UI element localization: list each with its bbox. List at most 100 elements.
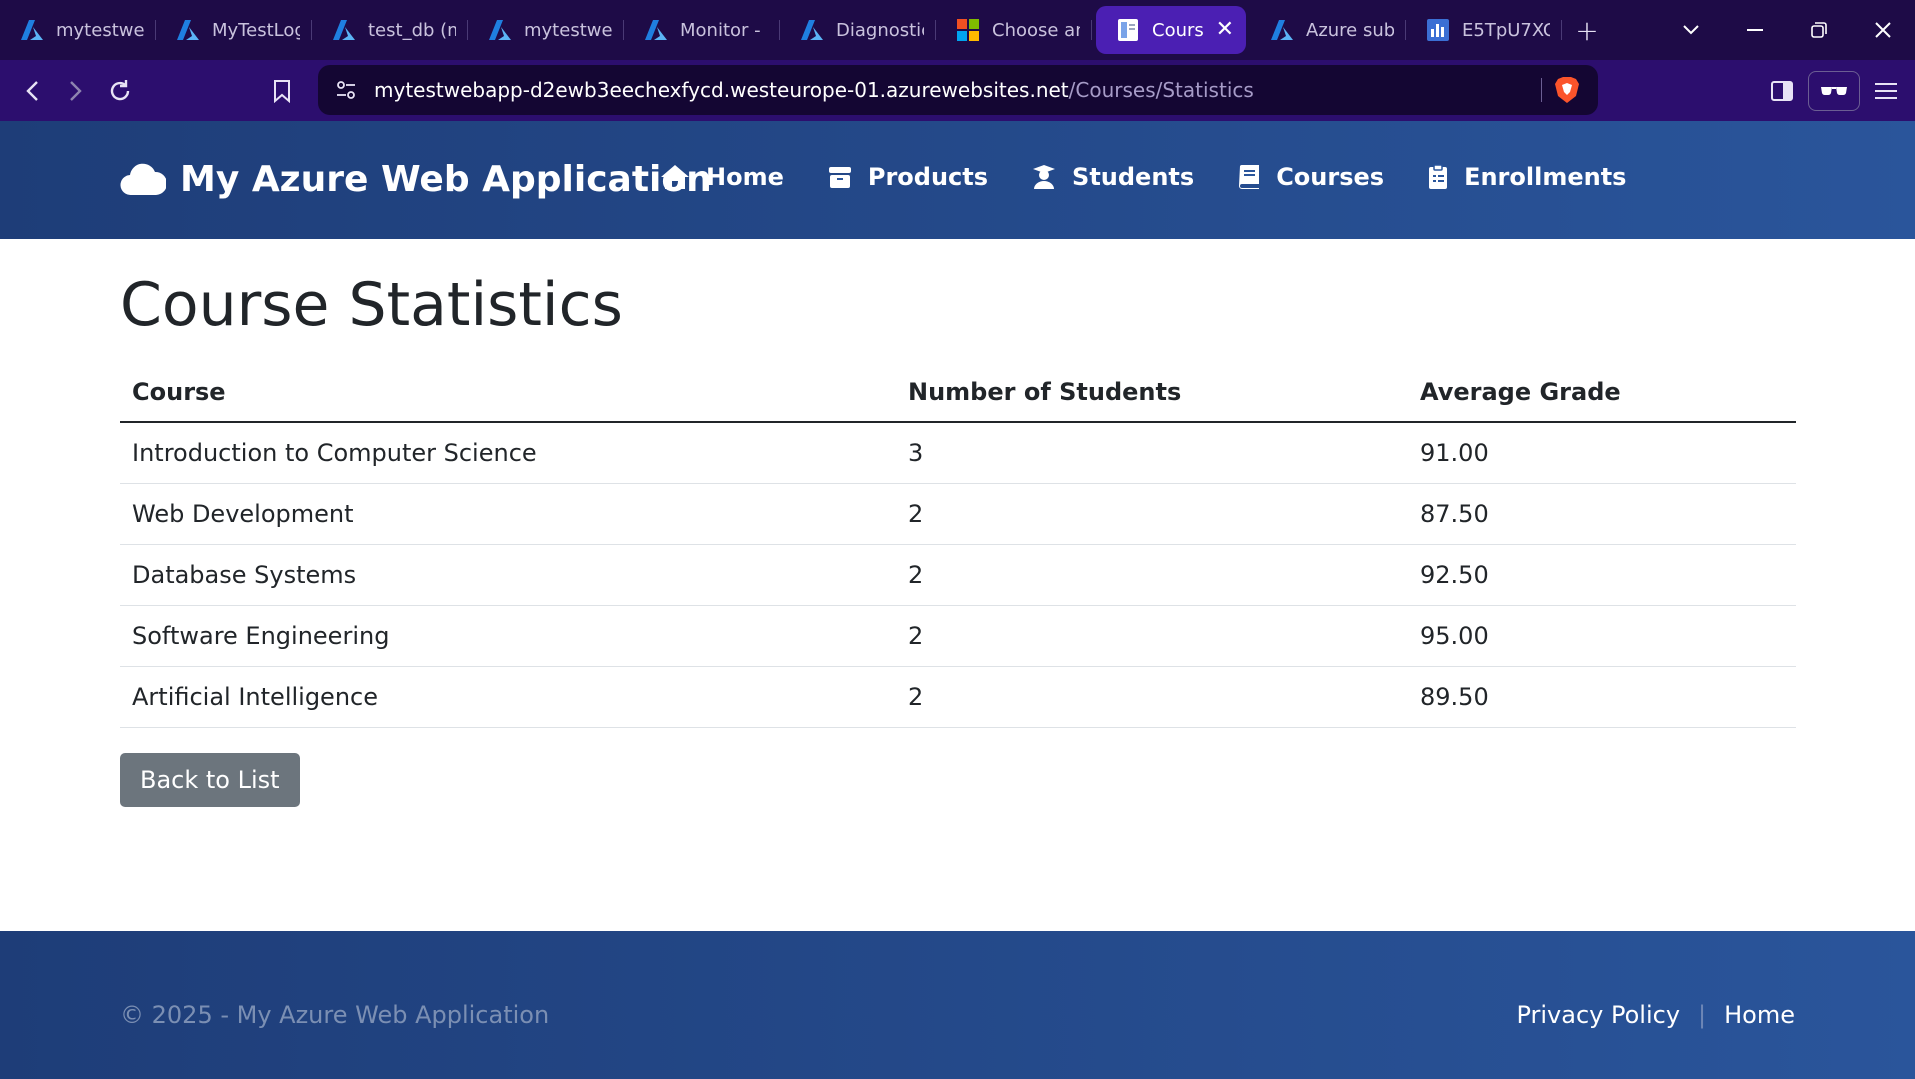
- tab-title: Azure sub: [1306, 19, 1394, 41]
- azure-icon: [488, 18, 512, 42]
- students-cell: 2: [896, 666, 1408, 728]
- menu-icon[interactable]: [1864, 69, 1908, 113]
- table-row: Artificial Intelligence 2 89.50: [120, 666, 1796, 728]
- grade-cell: 87.50: [1408, 483, 1796, 545]
- nav-home[interactable]: Home: [660, 163, 784, 191]
- course-cell: Database Systems: [120, 544, 896, 606]
- close-window-icon[interactable]: [1851, 0, 1915, 60]
- students-cell: 2: [896, 544, 1408, 606]
- nav-enrollments[interactable]: Enrollments: [1428, 163, 1626, 191]
- bookmark-icon[interactable]: [260, 69, 304, 113]
- student-icon: [1032, 164, 1056, 190]
- course-cell: Web Development: [120, 483, 896, 545]
- tab-title: test_db (m: [368, 19, 456, 41]
- microsoft-icon: [956, 18, 980, 42]
- nav-label: Products: [867, 163, 989, 191]
- url-path: /Courses/Statistics: [1068, 78, 1254, 102]
- column-header-course: Course: [120, 362, 896, 423]
- students-cell: 3: [896, 422, 1408, 484]
- table-header-row: Course Number of Students Average Grade: [120, 362, 1796, 423]
- tab-title: Cours: [1152, 19, 1204, 41]
- nav-courses[interactable]: Courses: [1238, 163, 1384, 191]
- nav-label: Courses: [1276, 163, 1385, 191]
- site-navbar: My Azure Web Application Home Products S…: [0, 121, 1915, 239]
- site-settings-icon[interactable]: [318, 81, 374, 99]
- table-row: Web Development 2 87.50: [120, 483, 1796, 545]
- new-tab-button[interactable]: +: [1562, 6, 1612, 54]
- table-row: Software Engineering 2 95.00: [120, 605, 1796, 667]
- course-cell: Introduction to Computer Science: [120, 422, 896, 484]
- back-icon[interactable]: [10, 69, 54, 113]
- back-to-list-button[interactable]: Back to List: [120, 752, 300, 807]
- footer-home-link[interactable]: Home: [1724, 1001, 1795, 1029]
- restore-icon[interactable]: [1787, 0, 1851, 60]
- nav-students[interactable]: Students: [1032, 163, 1194, 191]
- course-cell: Software Engineering: [120, 605, 896, 667]
- reload-icon[interactable]: [98, 69, 142, 113]
- cloud-icon: [120, 163, 166, 197]
- grade-cell: 91.00: [1408, 422, 1796, 484]
- azure-icon: [1270, 18, 1294, 42]
- browser-tab[interactable]: Diagnostic: [780, 6, 936, 54]
- course-cell: Artificial Intelligence: [120, 666, 896, 728]
- browser-tab[interactable]: E5TpU7XC: [1406, 6, 1562, 54]
- column-header-students: Number of Students: [896, 362, 1408, 423]
- nav-label: Enrollments: [1464, 163, 1627, 191]
- home-icon: [660, 164, 690, 190]
- azure-icon: [176, 18, 200, 42]
- brand-link[interactable]: My Azure Web Application: [120, 159, 712, 200]
- site-footer: © 2025 - My Azure Web Application Privac…: [0, 931, 1915, 1079]
- tab-title: E5TpU7XC: [1462, 19, 1550, 41]
- browser-toolbar: mytestwebapp-d2ewb3eechexfycd.westeurope…: [0, 60, 1915, 121]
- table-row: Introduction to Computer Science 3 91.00: [120, 422, 1796, 484]
- brand-title: My Azure Web Application: [180, 159, 712, 200]
- brave-shield-icon[interactable]: [1554, 76, 1580, 104]
- azure-icon: [800, 18, 824, 42]
- browser-tab[interactable]: MyTestLogs: [156, 6, 312, 54]
- students-cell: 2: [896, 483, 1408, 545]
- browser-tab[interactable]: Azure sub: [1250, 6, 1406, 54]
- footer-copyright: © 2025 - My Azure Web Application: [120, 1001, 550, 1029]
- tab-title: mytestwebapp: [56, 19, 144, 41]
- page-icon: [1116, 18, 1140, 42]
- nav-products[interactable]: Products: [828, 163, 988, 191]
- tab-list-chevron-icon[interactable]: [1659, 0, 1723, 60]
- box-icon: [828, 165, 852, 189]
- address-bar[interactable]: mytestwebapp-d2ewb3eechexfycd.westeurope…: [318, 65, 1598, 115]
- footer-separator: |: [1698, 1001, 1707, 1029]
- azure-icon: [644, 18, 668, 42]
- page-title: Course Statistics: [120, 270, 623, 340]
- browser-tab[interactable]: Choose an: [936, 6, 1092, 54]
- browser-tab-active[interactable]: Cours ✕: [1096, 6, 1246, 54]
- tab-title: Monitor -: [680, 19, 761, 41]
- plus-icon: +: [1575, 13, 1599, 47]
- browser-tab[interactable]: Monitor -: [624, 6, 780, 54]
- main-nav: Home Products Students Courses Enrollmen…: [660, 163, 1670, 191]
- browser-tab[interactable]: mytestwebapp: [0, 6, 156, 54]
- close-icon[interactable]: ✕: [1216, 19, 1234, 41]
- footer-links: Privacy Policy | Home: [1516, 1001, 1795, 1029]
- nav-label: Home: [706, 163, 784, 191]
- tab-title: mytestwebapp: [524, 19, 612, 41]
- url-host: mytestwebapp-d2ewb3eechexfycd.westeurope…: [374, 78, 1069, 102]
- statistics-table: Course Number of Students Average Grade …: [120, 362, 1796, 728]
- window-controls: [1659, 0, 1915, 60]
- sidebar-toggle-icon[interactable]: [1760, 69, 1804, 113]
- tab-title: Diagnostic: [836, 19, 924, 41]
- table-row: Database Systems 2 92.50: [120, 544, 1796, 606]
- nav-label: Students: [1072, 163, 1195, 191]
- column-header-grade: Average Grade: [1408, 362, 1796, 423]
- students-cell: 2: [896, 605, 1408, 667]
- browser-tab[interactable]: test_db (m: [312, 6, 468, 54]
- book-icon: [1238, 164, 1260, 190]
- forward-icon[interactable]: [54, 69, 98, 113]
- grade-cell: 95.00: [1408, 605, 1796, 667]
- azure-icon: [332, 18, 356, 42]
- privacy-policy-link[interactable]: Privacy Policy: [1516, 1001, 1680, 1029]
- grade-cell: 89.50: [1408, 666, 1796, 728]
- reader-mode-icon[interactable]: [1808, 70, 1860, 111]
- browser-tab[interactable]: mytestwebapp: [468, 6, 624, 54]
- divider: [1541, 78, 1542, 102]
- tab-title: MyTestLogs: [212, 19, 300, 41]
- minimize-icon[interactable]: [1723, 0, 1787, 60]
